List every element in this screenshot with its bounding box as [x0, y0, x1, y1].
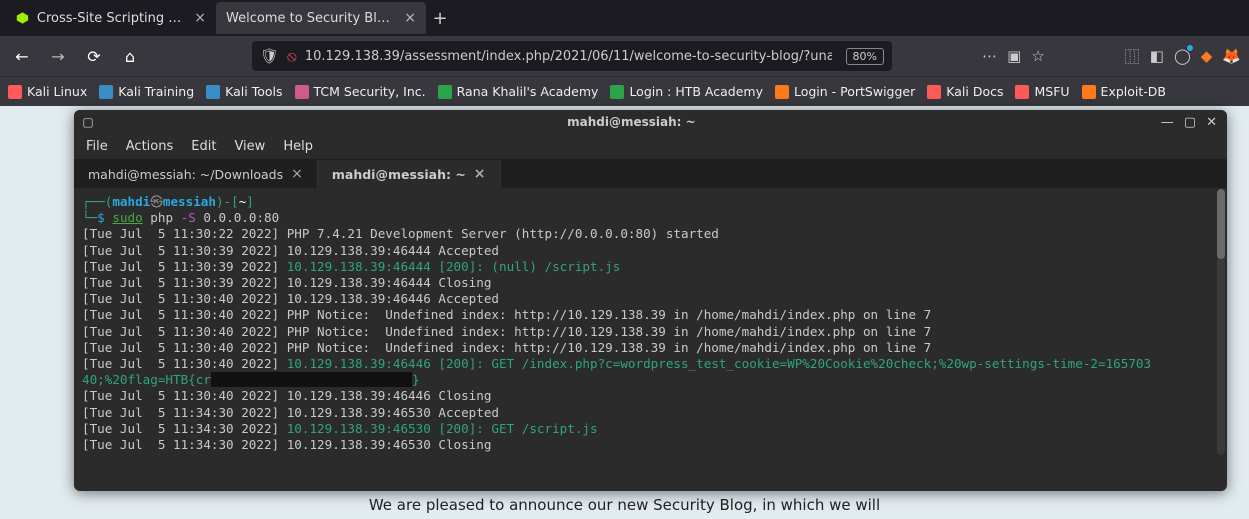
browser-tab[interactable]: Welcome to Security Blog – ×: [216, 2, 426, 34]
window-close-icon[interactable]: ✕: [1206, 115, 1217, 130]
terminal-menu-item[interactable]: Actions: [126, 139, 174, 154]
sidebar-icon[interactable]: ◧: [1150, 47, 1164, 65]
bookmark-star-icon[interactable]: ☆: [1031, 47, 1044, 65]
bookmark-item[interactable]: Kali Training: [99, 84, 194, 99]
bookmark-favicon: [8, 85, 22, 99]
terminal-window: ▢ mahdi@messiah: ~ — ▢ ✕ File Actions Edit…: [74, 110, 1227, 491]
maximize-icon[interactable]: ▢: [1184, 115, 1196, 130]
back-button[interactable]: ←: [8, 42, 36, 70]
bookmark-label: Exploit-DB: [1101, 84, 1166, 99]
bookmark-item[interactable]: Rana Khalil's Academy: [438, 84, 599, 99]
bookmark-favicon: [1082, 85, 1096, 99]
scrollbar-thumb[interactable]: [1217, 189, 1225, 259]
terminal-menu-item[interactable]: File: [86, 139, 108, 154]
bookmark-item[interactable]: Kali Docs: [927, 84, 1003, 99]
url-text: 10.129.138.39/assessment/index.php/2021/…: [305, 49, 832, 64]
terminal-body[interactable]: ┌──(mahdi㉿messiah)-[~] └─$ sudo php -S 0…: [74, 188, 1227, 459]
minimize-icon[interactable]: —: [1161, 115, 1174, 130]
bookmark-label: Rana Khalil's Academy: [457, 84, 599, 99]
close-icon[interactable]: ×: [474, 166, 486, 182]
bookmark-item[interactable]: Kali Linux: [8, 84, 87, 99]
meatball-menu-icon[interactable]: ⋯: [982, 47, 997, 65]
browser-tab-label: Cross-Site Scripting (XSS: [37, 11, 186, 26]
close-icon[interactable]: ×: [194, 10, 206, 26]
page-viewport: SECURITY BLOG Welcome to Security Blog W…: [0, 106, 1249, 519]
browser-tab-strip: Cross-Site Scripting (XSS × Welcome to S…: [0, 0, 1249, 36]
foxyproxy-icon[interactable]: 🦊: [1222, 47, 1241, 65]
bookmark-item[interactable]: Exploit-DB: [1082, 84, 1166, 99]
terminal-menubar: File Actions Edit View Help: [74, 134, 1227, 160]
bookmark-item[interactable]: MSFU: [1015, 84, 1069, 99]
bookmark-favicon: [99, 85, 113, 99]
terminal-menu-item[interactable]: Help: [283, 139, 313, 154]
bookmark-favicon: [206, 85, 220, 99]
bookmark-favicon: [438, 85, 452, 99]
terminal-app-icon: ▢: [74, 115, 102, 129]
bookmark-item[interactable]: Login - PortSwigger: [775, 84, 915, 99]
burp-icon[interactable]: ◆: [1201, 47, 1213, 65]
library-icon[interactable]: ⿲: [1125, 46, 1140, 67]
close-icon[interactable]: ×: [291, 166, 303, 182]
terminal-menu-item[interactable]: Edit: [191, 139, 216, 154]
bookmark-label: MSFU: [1034, 84, 1069, 99]
toolbar-right: ⋯ ▣ ☆ ⿲ ◧ ◯ ◆ 🦊: [982, 46, 1241, 67]
bookmark-item[interactable]: Kali Tools: [206, 84, 282, 99]
bookmark-favicon: [927, 85, 941, 99]
home-button[interactable]: ⌂: [116, 42, 144, 70]
bookmark-label: Kali Training: [118, 84, 194, 99]
browser-tab[interactable]: Cross-Site Scripting (XSS ×: [6, 2, 216, 34]
reader-icon[interactable]: ▣: [1007, 47, 1021, 65]
bookmark-label: Kali Tools: [225, 84, 282, 99]
insecure-icon: ⦸: [287, 47, 297, 65]
htb-favicon: [16, 11, 29, 25]
bookmark-label: Kali Linux: [27, 84, 87, 99]
bookmark-favicon: [775, 85, 789, 99]
bookmark-item[interactable]: TCM Security, Inc.: [295, 84, 426, 99]
bookmark-label: Login - PortSwigger: [794, 84, 915, 99]
bookmark-label: Login : HTB Academy: [629, 84, 763, 99]
terminal-titlebar[interactable]: ▢ mahdi@messiah: ~ — ▢ ✕: [74, 110, 1227, 134]
close-icon[interactable]: ×: [404, 10, 416, 26]
reload-button[interactable]: ⟳: [80, 42, 108, 70]
terminal-menu-item[interactable]: View: [234, 139, 265, 154]
terminal-tabs: mahdi@messiah: ~/Downloads × mahdi@messi…: [74, 160, 1227, 188]
terminal-tab-label: mahdi@messiah: ~: [332, 167, 466, 182]
bookmark-item[interactable]: Login : HTB Academy: [610, 84, 763, 99]
bookmark-favicon: [610, 85, 624, 99]
account-icon[interactable]: ◯: [1174, 47, 1191, 65]
url-bar[interactable]: 🛡 ⦸ 10.129.138.39/assessment/index.php/2…: [252, 41, 892, 71]
shield-icon: 🛡: [260, 47, 279, 65]
bookmark-label: TCM Security, Inc.: [314, 84, 426, 99]
page-body-text: We are pleased to announce our new Secur…: [369, 496, 880, 514]
terminal-tab-label: mahdi@messiah: ~/Downloads: [88, 167, 283, 182]
bookmark-favicon: [295, 85, 309, 99]
browser-tab-label: Welcome to Security Blog –: [226, 11, 396, 26]
bookmark-favicon: [1015, 85, 1029, 99]
terminal-tab[interactable]: mahdi@messiah: ~ ×: [318, 160, 501, 188]
browser-toolbar: ← → ⟳ ⌂ 🛡 ⦸ 10.129.138.39/assessment/ind…: [0, 36, 1249, 76]
zoom-indicator[interactable]: 80%: [846, 48, 884, 65]
bookmarks-bar: Kali Linux Kali Training Kali Tools TCM Sec…: [0, 76, 1249, 106]
new-tab-button[interactable]: +: [426, 8, 454, 29]
terminal-title: mahdi@messiah: ~: [102, 115, 1161, 129]
forward-button: →: [44, 42, 72, 70]
terminal-tab[interactable]: mahdi@messiah: ~/Downloads ×: [74, 160, 318, 188]
bookmark-label: Kali Docs: [946, 84, 1003, 99]
